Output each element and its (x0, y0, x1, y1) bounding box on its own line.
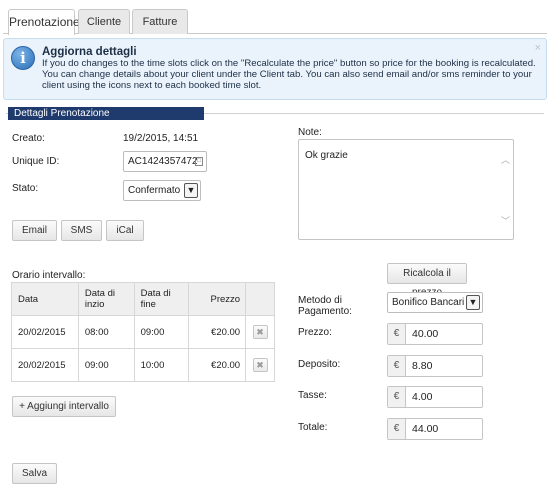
chevron-down-icon[interactable]: ﹀ (501, 214, 510, 227)
cell-start: 08:00 (77, 315, 135, 349)
tab-prenotazione[interactable]: Prenotazione (8, 9, 80, 35)
delete-x-icon[interactable]: ✖ (252, 325, 268, 339)
email-button[interactable]: Email (12, 220, 57, 241)
currency-symbol: € (388, 324, 406, 344)
col-end: Data di fine (133, 282, 190, 316)
payment-method-select[interactable]: Bonifico Bancari ▼ (387, 292, 483, 313)
intervals-label: Orario intervallo: (12, 270, 86, 281)
col-price: Prezzo (188, 282, 247, 316)
cell-date: 20/02/2015 (11, 348, 79, 382)
unique-id-field[interactable]: AC1424357472 □ (123, 151, 207, 172)
delete-x-icon[interactable]: ✖ (252, 358, 268, 372)
table-row: 20/02/2015 09:00 10:00 €20.00 ✖ (11, 348, 275, 382)
total-value: 44.00 (412, 423, 439, 435)
price-field[interactable]: € 40.00 (387, 323, 483, 345)
note-textarea[interactable]: Ok grazie ︿ ﹀ (298, 139, 514, 240)
note-label: Note: (298, 127, 322, 138)
close-icon[interactable]: × (535, 42, 541, 54)
status-value: Confermato (128, 185, 181, 196)
info-text: If you do changes to the time slots clic… (42, 58, 536, 91)
status-label: Stato: (12, 183, 39, 194)
sms-button[interactable]: SMS (61, 220, 102, 241)
tab-cliente[interactable]: Cliente (78, 9, 130, 34)
tax-label: Tasse: (298, 390, 327, 401)
status-select[interactable]: Confermato ▼ (123, 180, 201, 201)
deposit-field[interactable]: € 8.80 (387, 355, 483, 377)
chevron-down-icon: ▼ (184, 183, 198, 198)
info-box: i Aggiorna dettagli If you do changes to… (3, 38, 547, 100)
chevron-up-icon[interactable]: ︿ (501, 153, 510, 166)
copy-icon[interactable]: □ (195, 157, 203, 166)
payment-method-value: Bonifico Bancari (392, 297, 465, 308)
tax-value: 4.00 (412, 391, 433, 403)
cell-end: 10:00 (133, 348, 190, 382)
unique-id-value: AC1424357472 (128, 156, 198, 167)
currency-symbol: € (388, 387, 406, 407)
price-label: Prezzo: (298, 327, 332, 338)
currency-symbol: € (388, 356, 406, 376)
payment-method-label: Metodo di Pagamento: (298, 295, 352, 317)
cell-actions: ✖ (245, 315, 275, 349)
cell-start: 09:00 (77, 348, 135, 382)
note-text: Ok grazie (305, 150, 348, 161)
created-label: Creato: (12, 133, 45, 144)
price-value: 40.00 (412, 328, 439, 340)
tax-field[interactable]: € 4.00 (387, 386, 483, 408)
tab-fatture[interactable]: Fatture (132, 9, 188, 34)
deposit-value: 8.80 (412, 360, 433, 372)
cell-price: €20.00 (188, 348, 247, 382)
info-icon: i (11, 46, 35, 70)
cell-end: 09:00 (133, 315, 190, 349)
created-value: 19/2/2015, 14:51 (123, 133, 199, 144)
tab-bar: Prenotazione Cliente Fatture (3, 3, 547, 35)
intervals-table: Data Data di inzio Data di fine Prezzo 2… (11, 282, 275, 382)
table-row: 20/02/2015 08:00 09:00 €20.00 ✖ (11, 315, 275, 349)
recalculate-price-button[interactable]: Ricalcola il prezzo (387, 263, 467, 298)
col-actions (245, 282, 275, 316)
unique-id-label: Unique ID: (12, 156, 60, 167)
currency-symbol: € (388, 419, 406, 439)
cell-price: €20.00 (188, 315, 247, 349)
deposit-label: Deposito: (298, 359, 341, 370)
cell-actions: ✖ (245, 348, 275, 382)
col-start: Data di inzio (77, 282, 135, 316)
save-button[interactable]: Salva (12, 463, 57, 484)
ical-button[interactable]: iCal (106, 220, 144, 241)
section-title: Dettagli Prenotazione (8, 107, 204, 120)
add-interval-button[interactable]: + Aggiungi intervallo (12, 396, 116, 417)
chevron-down-icon: ▼ (466, 295, 480, 310)
info-title: Aggiorna dettagli (42, 46, 137, 58)
col-date: Data (11, 282, 79, 316)
cell-date: 20/02/2015 (11, 315, 79, 349)
total-field[interactable]: € 44.00 (387, 418, 483, 440)
total-label: Totale: (298, 422, 328, 433)
